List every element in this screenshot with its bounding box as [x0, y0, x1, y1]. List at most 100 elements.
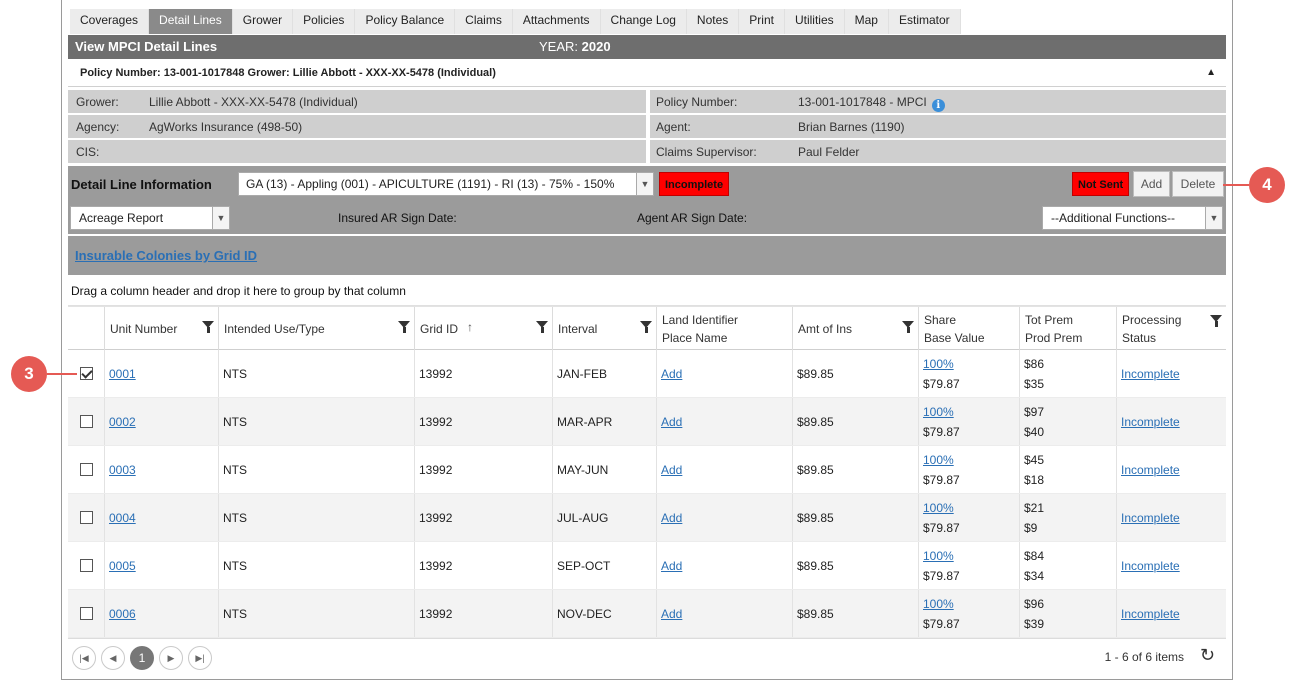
sort-ascending-icon[interactable]: ↑ — [467, 320, 473, 334]
table-row[interactable]: 0005 NTS 13992 SEP-OCT Add $89.85 100% $… — [68, 542, 1226, 590]
column-divider — [218, 398, 219, 445]
first-page-icon[interactable]: |◀ — [72, 646, 96, 670]
unit-number-link[interactable]: 0003 — [109, 463, 136, 477]
land-identifier-add-link[interactable]: Add — [661, 559, 682, 573]
delete-button[interactable]: Delete — [1172, 171, 1224, 197]
grid-id-cell: 13992 — [419, 463, 453, 477]
report-type-select[interactable]: Acreage Report ▼ — [70, 206, 230, 230]
unit-number-link[interactable]: 0004 — [109, 511, 136, 525]
share-link[interactable]: 100% — [923, 453, 954, 467]
tab-map[interactable]: Map — [844, 9, 889, 34]
row-checkbox[interactable] — [80, 511, 93, 524]
tab-utilities[interactable]: Utilities — [784, 9, 845, 34]
app-frame: Coverages Detail Lines Grower Policies P… — [61, 0, 1233, 680]
col-intended-use[interactable]: Intended Use/Type — [218, 307, 414, 350]
unit-number-link[interactable]: 0006 — [109, 607, 136, 621]
tab-grower[interactable]: Grower — [232, 9, 294, 34]
share-link[interactable]: 100% — [923, 357, 954, 371]
col-share[interactable]: Share Base Value — [918, 307, 1019, 350]
row-checkbox[interactable] — [80, 415, 93, 428]
row-checkbox[interactable] — [80, 607, 93, 620]
last-page-icon[interactable]: ▶| — [188, 646, 212, 670]
detail-line-select[interactable]: GA (13) - Appling (001) - APICULTURE (11… — [238, 172, 654, 196]
filter-icon[interactable] — [398, 321, 410, 333]
processing-status-link[interactable]: Incomplete — [1121, 511, 1180, 525]
unit-number-link[interactable]: 0002 — [109, 415, 136, 429]
column-divider — [792, 350, 793, 397]
callout-line — [47, 373, 77, 375]
filter-icon[interactable] — [202, 321, 214, 333]
table-row[interactable]: 0003 NTS 13992 MAY-JUN Add $89.85 100% $… — [68, 446, 1226, 494]
col-amt-of-ins-label: Amt of Ins — [798, 322, 853, 336]
land-identifier-add-link[interactable]: Add — [661, 607, 682, 621]
column-divider — [104, 590, 105, 637]
row-checkbox[interactable] — [80, 559, 93, 572]
table-row[interactable]: 0004 NTS 13992 JUL-AUG Add $89.85 100% $… — [68, 494, 1226, 542]
unit-number-link[interactable]: 0005 — [109, 559, 136, 573]
unit-number-link[interactable]: 0001 — [109, 367, 136, 381]
tab-print[interactable]: Print — [739, 9, 785, 34]
next-page-icon[interactable]: ▶ — [159, 646, 183, 670]
tab-policies[interactable]: Policies — [293, 9, 356, 34]
tab-policy-balance[interactable]: Policy Balance — [355, 9, 456, 34]
land-identifier-add-link[interactable]: Add — [661, 415, 682, 429]
col-amt-of-ins[interactable]: Amt of Ins — [792, 307, 918, 350]
processing-status-link[interactable]: Incomplete — [1121, 415, 1180, 429]
col-unit-number[interactable]: Unit Number — [104, 307, 218, 350]
refresh-icon[interactable]: ↻ — [1200, 645, 1215, 666]
processing-status-link[interactable]: Incomplete — [1121, 607, 1180, 621]
row-checkbox[interactable] — [80, 463, 93, 476]
land-identifier-add-link[interactable]: Add — [661, 367, 682, 381]
column-divider — [1116, 398, 1117, 445]
processing-status-link[interactable]: Incomplete — [1121, 559, 1180, 573]
report-type-value: Acreage Report — [79, 211, 164, 225]
tab-attachments[interactable]: Attachments — [512, 9, 601, 34]
row-checkbox[interactable] — [80, 367, 93, 380]
share-link[interactable]: 100% — [923, 405, 954, 419]
col-premium[interactable]: Tot Prem Prod Prem — [1019, 307, 1116, 350]
collapse-caret-icon[interactable]: ▲ — [1206, 67, 1216, 78]
tab-notes[interactable]: Notes — [686, 9, 740, 34]
processing-status-link[interactable]: Incomplete — [1121, 463, 1180, 477]
page-1-button[interactable]: 1 — [130, 646, 154, 670]
column-divider — [656, 542, 657, 589]
share-link[interactable]: 100% — [923, 597, 954, 611]
tab-detail-lines[interactable]: Detail Lines — [149, 9, 233, 34]
filter-icon[interactable] — [902, 321, 914, 333]
chevron-down-icon[interactable]: ▼ — [212, 207, 229, 229]
tab-estimator[interactable]: Estimator — [888, 9, 961, 34]
column-divider — [792, 446, 793, 493]
col-land-identifier[interactable]: Land Identifier Place Name — [656, 307, 792, 350]
additional-functions-select[interactable]: --Additional Functions-- ▼ — [1042, 206, 1223, 230]
filter-icon[interactable] — [536, 321, 548, 333]
share-link[interactable]: 100% — [923, 549, 954, 563]
filter-icon[interactable] — [1210, 315, 1222, 327]
tot-prem-cell: $96 — [1024, 597, 1045, 611]
chevron-down-icon[interactable]: ▼ — [1205, 207, 1222, 229]
filter-icon[interactable] — [640, 321, 652, 333]
col-interval[interactable]: Interval — [552, 307, 656, 350]
tab-change-log[interactable]: Change Log — [600, 9, 687, 34]
col-grid-id[interactable]: Grid ID ↑ — [414, 307, 552, 350]
table-row[interactable]: 0006 NTS 13992 NOV-DEC Add $89.85 100% $… — [68, 590, 1226, 638]
table-row[interactable]: 0001 NTS 13992 JAN-FEB Add $89.85 100% $… — [68, 350, 1226, 398]
tab-coverages[interactable]: Coverages — [70, 9, 150, 34]
info-icon[interactable]: i — [931, 99, 945, 112]
prod-prem-cell: $35 — [1024, 377, 1045, 391]
chevron-down-icon[interactable]: ▼ — [636, 173, 653, 195]
col-land-identifier-label: Land Identifier — [662, 313, 739, 327]
add-button[interactable]: Add — [1133, 171, 1170, 197]
processing-status-link[interactable]: Incomplete — [1121, 367, 1180, 381]
group-drop-zone[interactable]: Drag a column header and drop it here to… — [68, 276, 1226, 306]
share-link[interactable]: 100% — [923, 501, 954, 515]
land-identifier-add-link[interactable]: Add — [661, 463, 682, 477]
col-processing-status[interactable]: Processing Status — [1116, 307, 1226, 350]
insurable-colonies-link[interactable]: Insurable Colonies by Grid ID — [75, 248, 257, 263]
column-divider — [1116, 542, 1117, 589]
tab-bar: Coverages Detail Lines Grower Policies P… — [70, 9, 961, 34]
base-value-cell: $79.87 — [923, 377, 960, 391]
table-row[interactable]: 0002 NTS 13992 MAR-APR Add $89.85 100% $… — [68, 398, 1226, 446]
prev-page-icon[interactable]: ◀ — [101, 646, 125, 670]
tab-claims[interactable]: Claims — [455, 9, 513, 34]
land-identifier-add-link[interactable]: Add — [661, 511, 682, 525]
